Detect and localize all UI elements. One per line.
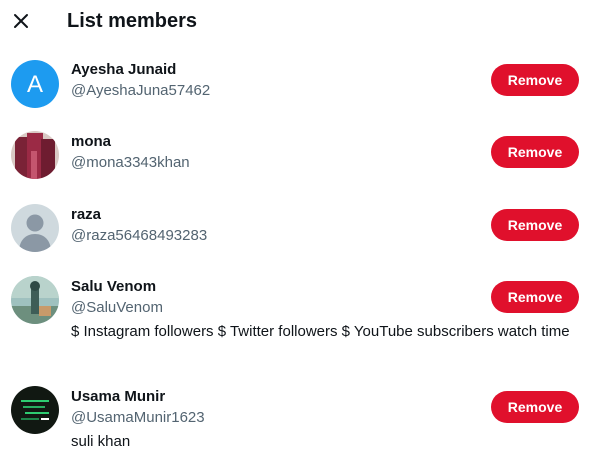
close-button[interactable] xyxy=(4,4,38,38)
page-title: List members xyxy=(67,10,198,32)
member-name[interactable]: raza xyxy=(71,205,101,225)
close-icon xyxy=(14,14,28,28)
list-item[interactable]: mona @mona3343khan Remove xyxy=(0,126,590,190)
member-bio: suli khan xyxy=(71,433,131,450)
member-handle[interactable]: @SaluVenom xyxy=(71,298,163,318)
member-name[interactable]: Ayesha Junaid xyxy=(71,60,176,80)
remove-button[interactable]: Remove xyxy=(491,136,579,168)
member-handle[interactable]: @mona3343khan xyxy=(71,153,190,173)
avatar-letter: A xyxy=(27,71,43,98)
list-item[interactable]: raza @raza56468493283 Remove xyxy=(0,198,590,262)
member-handle[interactable]: @raza56468493283 xyxy=(71,226,207,246)
remove-button[interactable]: Remove xyxy=(491,209,579,241)
member-name[interactable]: mona xyxy=(71,132,111,152)
remove-button[interactable]: Remove xyxy=(491,64,579,96)
member-name[interactable]: Usama Munir xyxy=(71,387,165,407)
list-item[interactable]: Usama Munir @UsamaMunir1623 suli khan Re… xyxy=(0,380,590,450)
member-bio: $ Instagram followers $ Twitter follower… xyxy=(71,323,570,340)
member-handle[interactable]: @UsamaMunir1623 xyxy=(71,408,205,428)
avatar[interactable] xyxy=(11,204,59,252)
avatar[interactable] xyxy=(11,386,59,434)
list-item[interactable]: A Ayesha Junaid @AyeshaJuna57462 Remove xyxy=(0,54,590,118)
header: List members xyxy=(0,0,590,42)
avatar[interactable]: A xyxy=(11,60,59,108)
avatar[interactable] xyxy=(11,276,59,324)
member-handle[interactable]: @AyeshaJuna57462 xyxy=(71,81,210,101)
remove-button[interactable]: Remove xyxy=(491,281,579,313)
avatar[interactable] xyxy=(11,131,59,179)
list-item[interactable]: Salu Venom @SaluVenom $ Instagram follow… xyxy=(0,271,590,371)
remove-button[interactable]: Remove xyxy=(491,391,579,423)
member-name[interactable]: Salu Venom xyxy=(71,277,156,297)
